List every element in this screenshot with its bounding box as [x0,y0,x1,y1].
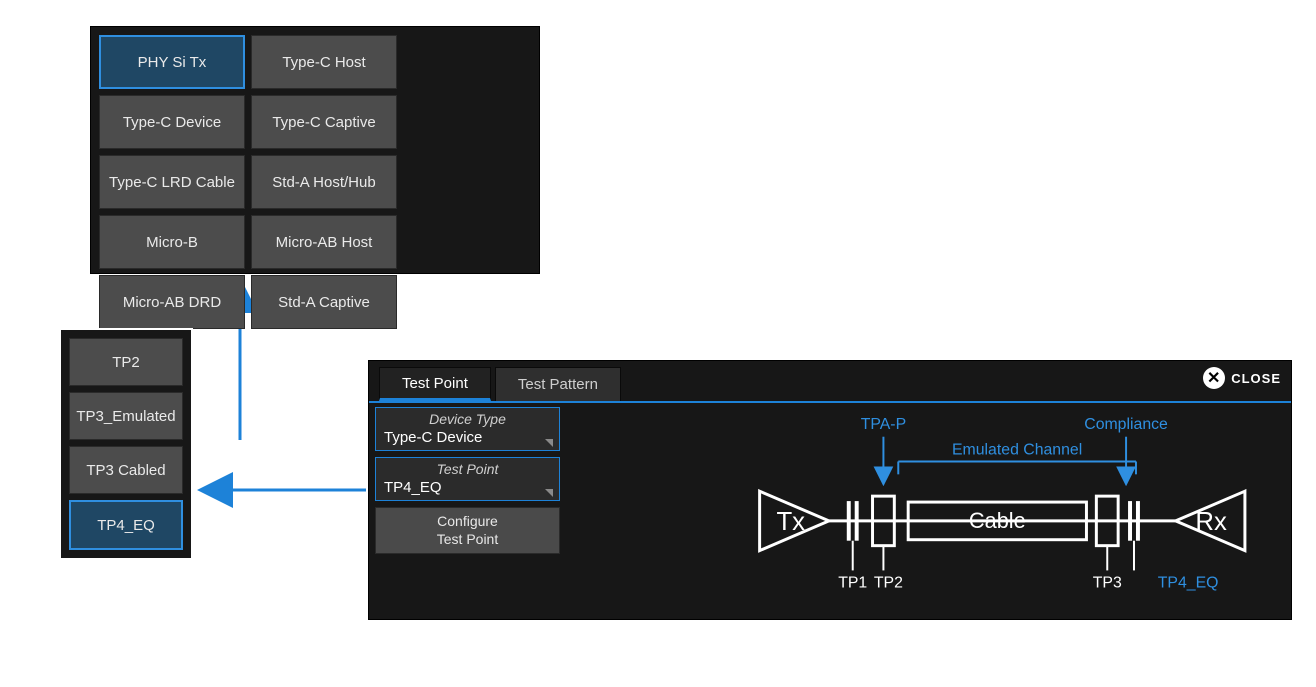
close-label: CLOSE [1231,371,1281,386]
device-type-option[interactable]: Std-A Host/Hub [251,155,397,209]
close-icon: ✕ [1203,367,1225,389]
test-point-popup: TP2 TP3_Emulated TP3 Cabled TP4_EQ [59,328,193,560]
device-type-option[interactable]: Micro-AB Host [251,215,397,269]
device-type-combo[interactable]: Device Type Type-C Device [375,407,560,451]
device-type-option[interactable]: Type-C LRD Cable [99,155,245,209]
test-point-combo[interactable]: Test Point TP4_EQ [375,457,560,501]
device-type-popup: PHY Si TxType-C HostType-C DeviceType-C … [88,24,542,276]
panel-sidebar: Device Type Type-C Device Test Point TP4… [375,407,560,554]
device-type-option[interactable]: Type-C Host [251,35,397,89]
test-point-option[interactable]: TP3 Cabled [69,446,183,494]
emulated-channel-label: Emulated Channel [952,442,1082,459]
device-type-option[interactable]: Type-C Device [99,95,245,149]
test-point-option[interactable]: TP3_Emulated [69,392,183,440]
device-type-option[interactable]: PHY Si Tx [99,35,245,89]
compliance-label: Compliance [1084,416,1168,433]
close-button[interactable]: ✕ CLOSE [1203,367,1281,389]
cable-label: Cable [969,508,1026,533]
tp2-label: TP2 [874,574,903,591]
tpa-p-label: TPA-P [861,416,906,433]
test-point-option[interactable]: TP4_EQ [69,500,183,550]
tab-test-pattern[interactable]: Test Pattern [495,367,621,401]
test-point-panel: Test Point Test Pattern ✕ CLOSE Device T… [368,360,1292,620]
device-type-option[interactable]: Micro-B [99,215,245,269]
panel-accent-divider [369,401,1291,403]
panel-tabs: Test Point Test Pattern [369,361,1291,401]
signal-path-diagram: TPA-P Compliance Emulated Channel Tx [569,407,1285,613]
device-type-combo-value[interactable]: Type-C Device [376,427,559,450]
test-point-combo-label: Test Point [376,458,559,477]
rx-label: Rx [1195,508,1227,536]
tab-test-point[interactable]: Test Point [379,367,491,401]
device-type-option[interactable]: Std-A Captive [251,275,397,329]
test-point-option[interactable]: TP2 [69,338,183,386]
device-type-option[interactable]: Type-C Captive [251,95,397,149]
device-type-option[interactable]: Micro-AB DRD [99,275,245,329]
test-point-combo-value[interactable]: TP4_EQ [376,477,559,500]
tp4-eq-label: TP4_EQ [1158,574,1219,591]
configure-test-point-button[interactable]: ConfigureTest Point [375,507,560,554]
tp3-label: TP3 [1093,574,1122,591]
tp1-label: TP1 [838,574,867,591]
device-type-combo-label: Device Type [376,408,559,427]
tx-label: Tx [776,508,805,536]
